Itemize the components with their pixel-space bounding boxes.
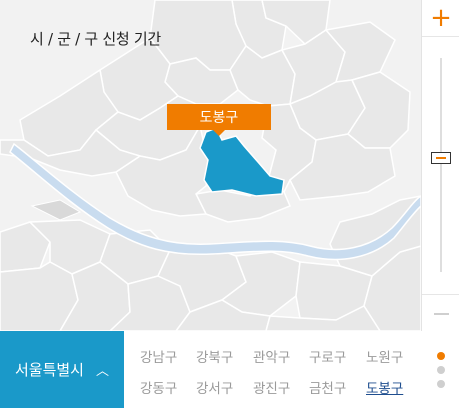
page-dot-3[interactable] (437, 380, 445, 388)
city-select-button[interactable]: 서울특별시 ︿ (0, 331, 124, 408)
page-dot-2[interactable] (437, 366, 445, 374)
zoom-slider-thumb[interactable] (431, 152, 451, 164)
district-list: 강남구 강북구 관악구 구로구 노원구 강동구 강서구 광진구 금천구 도봉구 (124, 331, 424, 408)
district-item[interactable]: 광진구 (253, 377, 290, 397)
district-item[interactable]: 관악구 (253, 346, 290, 366)
district-selector-bar: 서울특별시 ︿ 강남구 강북구 관악구 구로구 노원구 강동구 강서구 광진구 … (0, 331, 459, 408)
selected-district-callout: 도봉구 (167, 104, 271, 136)
district-item-active[interactable]: 도봉구 (366, 377, 403, 397)
page-dot-1[interactable] (437, 352, 445, 360)
chevron-up-icon: ︿ (96, 364, 110, 379)
district-item[interactable]: 강북구 (196, 346, 233, 366)
zoom-in-button[interactable]: + (422, 0, 459, 37)
district-item[interactable]: 구로구 (309, 346, 346, 366)
district-item[interactable]: 노원구 (366, 346, 403, 366)
zoom-control: + (421, 0, 459, 331)
district-item[interactable]: 강남구 (140, 346, 177, 366)
district-item[interactable]: 강동구 (140, 377, 177, 397)
city-label: 서울특별시 (14, 361, 84, 379)
page-title: 시 / 군 / 구 신청 기간 (30, 30, 161, 48)
plus-icon: + (430, 3, 452, 33)
district-item[interactable]: 금천구 (309, 377, 346, 397)
district-item[interactable]: 강서구 (196, 377, 233, 397)
zoom-out-button[interactable] (422, 294, 459, 332)
zoom-slider-track[interactable] (440, 58, 442, 272)
